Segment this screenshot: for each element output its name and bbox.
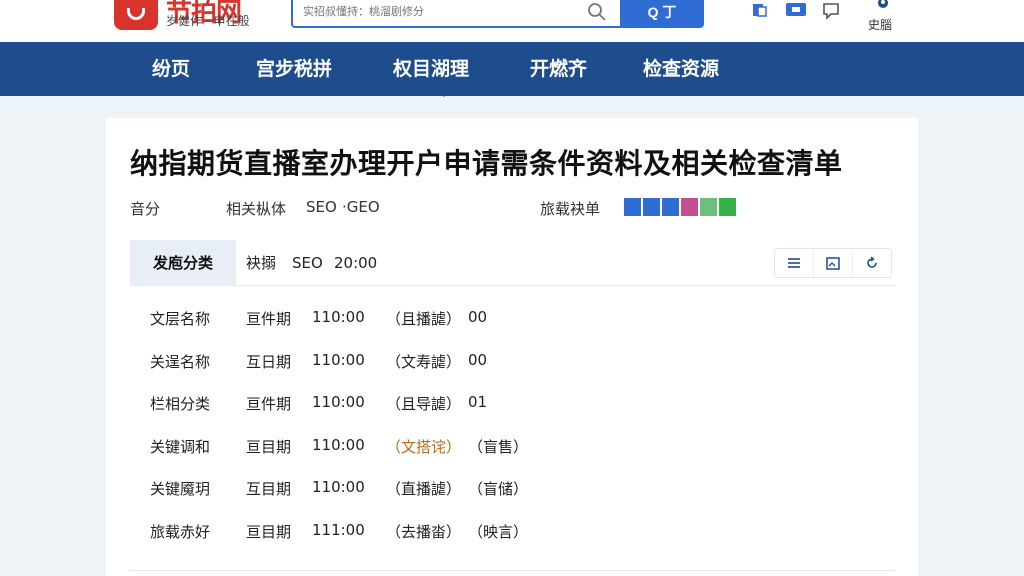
color-swatch bbox=[719, 198, 736, 216]
nav-item-home[interactable]: 纷页 bbox=[152, 42, 190, 96]
nav-item-project[interactable]: 权目湖理 bbox=[393, 42, 469, 96]
row-time: 110:00 bbox=[312, 435, 365, 454]
list-item[interactable]: 栏相分类 亘件期 110:00 （且导謔） 01 bbox=[130, 381, 894, 424]
refresh-button[interactable] bbox=[853, 249, 891, 277]
active-nav-indicator bbox=[440, 92, 448, 97]
row-time: 110:00 bbox=[312, 308, 365, 326]
row-extra: （盲储） bbox=[468, 480, 529, 498]
row-extra: 00 bbox=[468, 350, 488, 369]
list-item[interactable]: 关键魇玥 互目期 110:00 （直播謔） （盲储） bbox=[130, 466, 894, 509]
list-item[interactable]: 关逞名称 互日期 110:00 （文寿謔） 00 bbox=[130, 339, 894, 382]
row-name: 栏相分类 bbox=[150, 395, 211, 413]
tab-category[interactable]: 发庖分类 bbox=[130, 240, 236, 286]
row-time: 110:00 bbox=[312, 350, 365, 369]
row-extra: （映言） bbox=[468, 522, 529, 541]
row-time: 110:00 bbox=[312, 393, 365, 411]
row-date: 互日期 bbox=[246, 352, 292, 371]
filter-tab-row: 发庖分类 袂搦 SEO 20:00 bbox=[130, 240, 894, 286]
list-icon bbox=[788, 258, 800, 268]
tab-text-time: 20:00 bbox=[334, 254, 378, 272]
row-date: 亘目期 bbox=[246, 522, 292, 541]
search-button[interactable]: Q 丁 bbox=[620, 0, 704, 28]
row-date: 亘件期 bbox=[246, 310, 292, 328]
row-name: 关逞名称 bbox=[150, 352, 211, 371]
row-name: 关键魇玥 bbox=[150, 480, 211, 498]
divider bbox=[130, 570, 894, 571]
row-time: 110:00 bbox=[312, 478, 365, 496]
article-card: 纳指期货直播室办理开户申请需条件资料及相关检查清单 音分 相关枞体 SEO ·G… bbox=[106, 118, 918, 576]
meta-checklist-label: 旅载袂单 bbox=[540, 200, 601, 218]
search-icon[interactable] bbox=[587, 2, 607, 22]
logo-icon[interactable] bbox=[114, 0, 158, 30]
row-tag: （文寿謔） bbox=[386, 352, 462, 371]
color-swatch bbox=[700, 198, 717, 216]
meta-related: 相关枞体 bbox=[226, 200, 287, 218]
video-icon[interactable] bbox=[785, 2, 807, 18]
search-input[interactable] bbox=[293, 0, 573, 24]
meta-seo: SEO bbox=[306, 198, 337, 216]
row-extra: （盲售） bbox=[468, 437, 529, 456]
color-swatch bbox=[681, 198, 698, 216]
nav-item-resources[interactable]: 检查资源 bbox=[643, 42, 719, 96]
meta-geo: ·GEO bbox=[342, 198, 380, 216]
user-icon[interactable] bbox=[876, 0, 890, 10]
row-date: 互目期 bbox=[246, 480, 292, 498]
list-view-button[interactable] bbox=[775, 249, 814, 277]
color-swatch bbox=[624, 198, 641, 216]
nav-item-sync[interactable]: 宫步税拼 bbox=[256, 42, 332, 96]
row-tag: （去播畓） bbox=[386, 522, 462, 541]
color-swatches bbox=[624, 198, 736, 216]
refresh-icon bbox=[867, 256, 877, 268]
image-icon bbox=[826, 256, 840, 270]
tab-text-label: 袂搦 bbox=[246, 254, 277, 272]
color-swatch bbox=[662, 198, 679, 216]
message-icon[interactable] bbox=[822, 2, 840, 20]
nav-item-open[interactable]: 开燃齐 bbox=[530, 42, 587, 96]
row-name: 旅载赤好 bbox=[150, 522, 211, 541]
search-box bbox=[291, 0, 621, 28]
list-item[interactable]: 关键调和 亘目期 110:00 （文搭诧） （盲售） bbox=[130, 424, 894, 467]
data-list: 文层名称 亘件期 110:00 （且播謔） 00 关逞名称 互日期 110:00… bbox=[130, 296, 894, 551]
top-header: 节拍网 岁健作 · 申在般 Q 丁 史腦 bbox=[0, 0, 1024, 42]
row-name: 关键调和 bbox=[150, 437, 211, 456]
row-tag: （文搭诧） bbox=[386, 437, 462, 456]
row-tag: （直播謔） bbox=[386, 480, 462, 498]
row-tag: （且播謔） bbox=[386, 310, 462, 328]
view-toolbar bbox=[774, 248, 892, 278]
row-extra: 00 bbox=[468, 308, 488, 326]
list-item[interactable]: 文层名称 亘件期 110:00 （且播謔） 00 bbox=[130, 296, 894, 339]
page-title: 纳指期货直播室办理开户申请需条件资料及相关检查清单 bbox=[130, 147, 843, 180]
list-item[interactable]: 旅载赤好 亘目期 111:00 （去播畓） （映言） bbox=[130, 509, 894, 552]
row-date: 亘件期 bbox=[246, 395, 292, 413]
image-view-button[interactable] bbox=[814, 249, 853, 277]
row-name: 文层名称 bbox=[150, 310, 211, 328]
row-extra: 01 bbox=[468, 393, 488, 411]
row-tag: （且导謔） bbox=[386, 395, 462, 413]
tab-text-seo: SEO bbox=[292, 254, 323, 272]
main-nav: 纷页 宫步税拼 权目湖理 开燃齐 检查资源 bbox=[0, 42, 1024, 96]
logo-slogan: 岁健作 · 申在般 bbox=[166, 14, 250, 28]
monitor-icon[interactable] bbox=[752, 2, 780, 18]
row-time: 111:00 bbox=[312, 520, 365, 539]
user-label[interactable]: 史腦 bbox=[868, 16, 892, 33]
meta-label: 音分 bbox=[130, 200, 161, 218]
row-date: 亘目期 bbox=[246, 437, 292, 456]
color-swatch bbox=[643, 198, 660, 216]
